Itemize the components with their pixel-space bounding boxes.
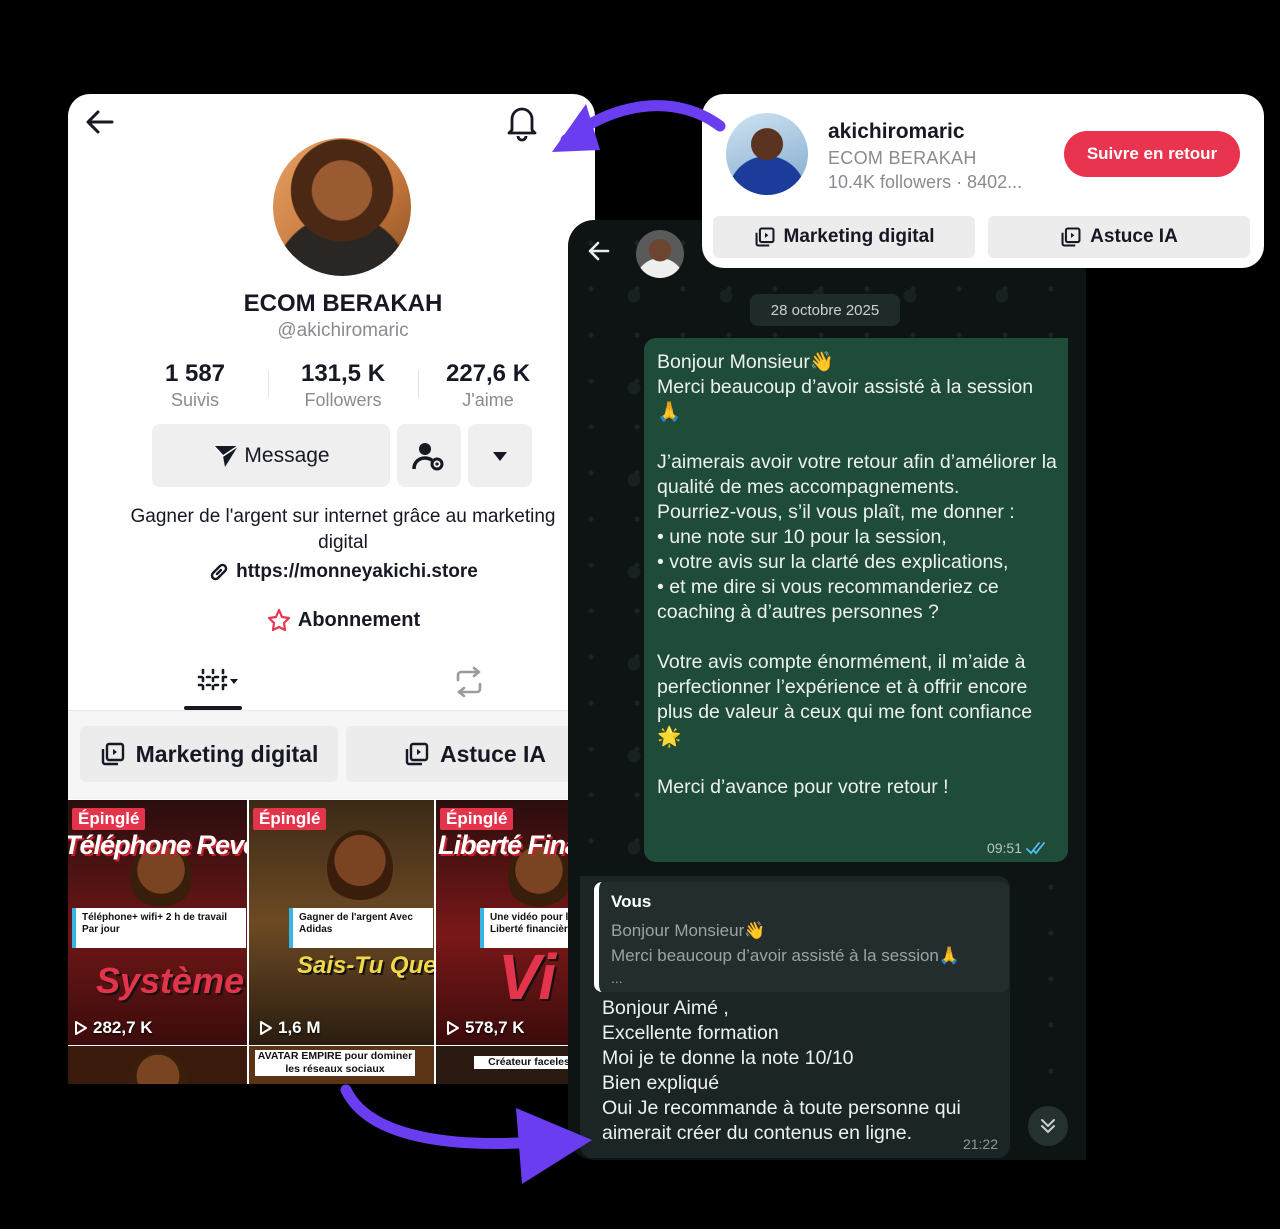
video-face [128, 1052, 188, 1084]
follower-avatar[interactable] [726, 113, 808, 195]
contact-avatar[interactable] [636, 230, 684, 278]
double-chevron-down-icon [1041, 1119, 1055, 1134]
stat-following[interactable]: 1 587 Suivis [130, 360, 260, 411]
profile-link[interactable]: https://monneyakichi.store [68, 561, 595, 583]
stat-likes[interactable]: 227,6 K J'aime [423, 360, 553, 411]
video-thumbnail[interactable]: Gagner de l'argent Avec Adidas Sais-Tu Q… [249, 800, 434, 1045]
message-button[interactable]: Message [152, 424, 390, 487]
video-caption-card: AVATAR EMPIRE pour dominer les réseaux s… [255, 1050, 415, 1076]
video-thumbnail[interactable] [68, 1046, 247, 1084]
playlist-marketing-digital[interactable]: Marketing digital [713, 216, 975, 258]
video-promo-text: Sais-Tu Que Adidas [297, 952, 434, 979]
view-count-value: 578,7 K [465, 1018, 525, 1037]
quote-line: Merci beaucoup d’avoir assisté à la sess… [611, 946, 961, 965]
back-arrow-icon[interactable] [586, 238, 612, 269]
play-icon [260, 1021, 272, 1035]
stat-followers[interactable]: 131,5 K Followers [278, 360, 408, 411]
view-count-value: 1,6 M [278, 1018, 321, 1037]
follower-username: akichiromaric [828, 120, 965, 143]
profile-link-text: https://monneyakichi.store [236, 561, 478, 582]
profile-bio: Gagner de l'argent sur internet grâce au… [130, 506, 556, 553]
video-thumbnail[interactable]: AVATAR EMPIRE pour dominer les réseaux s… [249, 1046, 434, 1084]
message-text: Bonjour Aimé , Excellente formation Moi … [602, 997, 961, 1144]
view-count: 1,6 M [259, 1018, 321, 1038]
video-promo-text: Système [96, 960, 245, 1001]
pinned-badge: Épinglé [253, 808, 327, 830]
stat-value: 1 587 [164, 360, 226, 387]
stat-label: Followers [304, 390, 382, 410]
chat-screen: 28 octobre 2025 Bonjour Monsieur👋 Merci … [568, 220, 1086, 1160]
arrow-bottom-icon [340, 1084, 592, 1184]
message-text: Bonjour Monsieur👋 Merci beaucoup d’avoir… [657, 351, 1057, 798]
user-gear-icon [412, 442, 444, 470]
playlist-icon [101, 742, 124, 766]
message-time: 09:51 [986, 840, 1022, 856]
videos-tab-icon[interactable] [196, 666, 242, 701]
bell-icon[interactable] [504, 102, 540, 142]
divider [268, 370, 269, 398]
pinned-badge: Épinglé [72, 808, 146, 830]
date-chip: 28 octobre 2025 [750, 294, 900, 326]
follower-display-name: ECOM BERAKAH [828, 148, 977, 168]
profile-avatar[interactable] [273, 138, 411, 276]
playlist-label: Marketing digital [783, 226, 935, 247]
subscription-label: Abonnement [297, 608, 421, 631]
back-arrow-icon[interactable] [82, 104, 118, 140]
profile-name: ECOM BERAKAH [243, 290, 443, 317]
video-headline: Téléphone Revenu [68, 830, 247, 860]
view-count: 282,7 K [74, 1018, 153, 1038]
pinned-badge: Épinglé [440, 808, 514, 830]
play-icon [75, 1021, 87, 1035]
video-thumbnail[interactable]: Téléphone Revenu Téléphone+ wifi+ 2 h de… [68, 800, 247, 1045]
playlist-marketing-digital[interactable]: Marketing digital [80, 726, 338, 782]
link-icon [210, 563, 228, 581]
quote-more: ... [611, 970, 623, 986]
incoming-message[interactable]: Vous Bonjour Monsieur👋 Merci beaucoup d’… [580, 876, 1010, 1158]
playlist-astuce-ia[interactable]: Astuce IA [988, 216, 1250, 258]
video-caption-card: Gagner de l'argent Avec Adidas [289, 908, 433, 948]
scroll-down-button[interactable] [1028, 1106, 1068, 1146]
video-promo-text: Vi [498, 941, 557, 1013]
stat-value: 131,5 K [300, 360, 386, 387]
outgoing-message[interactable]: Bonjour Monsieur👋 Merci beaucoup d’avoir… [644, 338, 1068, 862]
video-caption-card: Téléphone+ wifi+ 2 h de travail Par jour [72, 908, 246, 948]
add-friend-settings-button[interactable] [397, 424, 461, 487]
message-button-label: Message [244, 443, 330, 467]
repost-tab-icon[interactable] [452, 666, 486, 703]
read-ticks-icon [1026, 842, 1045, 855]
playlist-astuce-ia[interactable]: Astuce IA [346, 726, 595, 782]
quoted-message[interactable]: Vous Bonjour Monsieur👋 Merci beaucoup d’… [594, 882, 1009, 992]
follow-back-button[interactable]: Suivre en retour [1064, 131, 1240, 177]
video-face [327, 830, 393, 906]
message-meta: 09:51 [987, 840, 1048, 856]
profile-handle: @akichiromaric [277, 320, 409, 341]
subscription-button[interactable]: Abonnement [68, 608, 595, 632]
playlist-label: Astuce IA [439, 740, 547, 767]
divider [418, 370, 419, 398]
quote-author: Vous [611, 892, 652, 911]
profile-screen: ECOM BERAKAH @akichiromaric 1 587 Suivis… [68, 94, 595, 1084]
stat-label: J'aime [462, 390, 514, 410]
follower-meta: 10.4K followers · 8402... [828, 172, 1023, 192]
playlist-label: Marketing digital [135, 740, 319, 767]
quote-line: Bonjour Monsieur👋 [611, 921, 766, 940]
view-count-value: 282,7 K [93, 1018, 153, 1037]
subscription-star-icon [267, 608, 290, 632]
playlist-icon [755, 227, 774, 247]
playlist-icon [1061, 227, 1081, 247]
send-icon [213, 444, 239, 467]
stat-label: Suivis [170, 390, 219, 410]
message-time: 21:22 [962, 1136, 998, 1152]
playlist-icon [405, 742, 429, 766]
more-dropdown-button[interactable] [468, 424, 532, 487]
playlist-label: Astuce IA [1090, 226, 1178, 247]
caret-down-icon [493, 451, 507, 461]
follower-popup-card: akichiromaric ECOM BERAKAH 10.4K followe… [702, 94, 1264, 268]
view-count: 578,7 K [446, 1018, 525, 1038]
play-icon [447, 1021, 459, 1035]
stat-value: 227,6 K [445, 360, 531, 387]
